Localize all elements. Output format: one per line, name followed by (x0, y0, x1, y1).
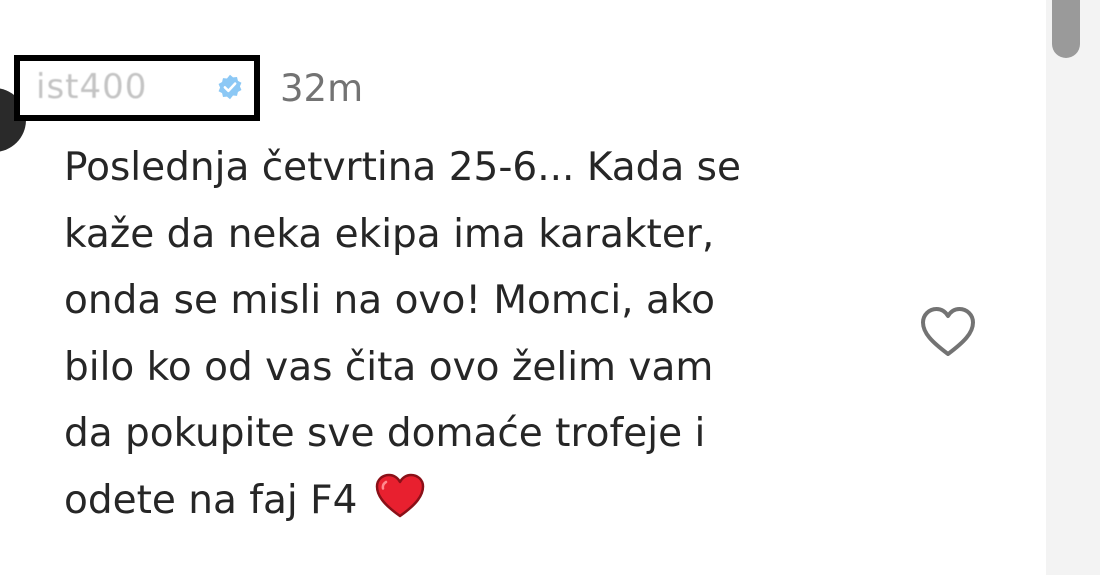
scrollbar-track[interactable] (1046, 0, 1100, 575)
username-redaction-box: ist400 (14, 55, 260, 121)
comment-line: da pokupite sve domaće trofeje i (64, 411, 706, 456)
username[interactable]: ist400 (36, 67, 147, 107)
scrollbar-thumb[interactable] (1052, 0, 1080, 58)
verified-badge-icon (218, 74, 242, 100)
comment-line: kaže da neka ekipa ima karakter, (64, 211, 715, 257)
red-heart-emoji (376, 473, 425, 517)
comment-line-last: odete na faj F4 (64, 468, 894, 535)
comment-timestamp: 32m (280, 67, 364, 110)
comment-text: Poslednja četvrtina 25-6... Kada se kaže… (64, 135, 894, 534)
comment-line: bilo ko od vas čita ovo želim vam (64, 344, 714, 390)
heart-outline-icon[interactable] (918, 304, 978, 360)
comment-view: ist400 32m Poslednja četvrtina 25-6... K… (0, 0, 1100, 575)
comment-line: Poslednja četvrtina 25-6... Kada se (64, 145, 741, 190)
comment-line-text: odete na faj F4 (64, 477, 358, 523)
comment-line: onda se misli na ovo! Momci, ako (64, 278, 715, 323)
